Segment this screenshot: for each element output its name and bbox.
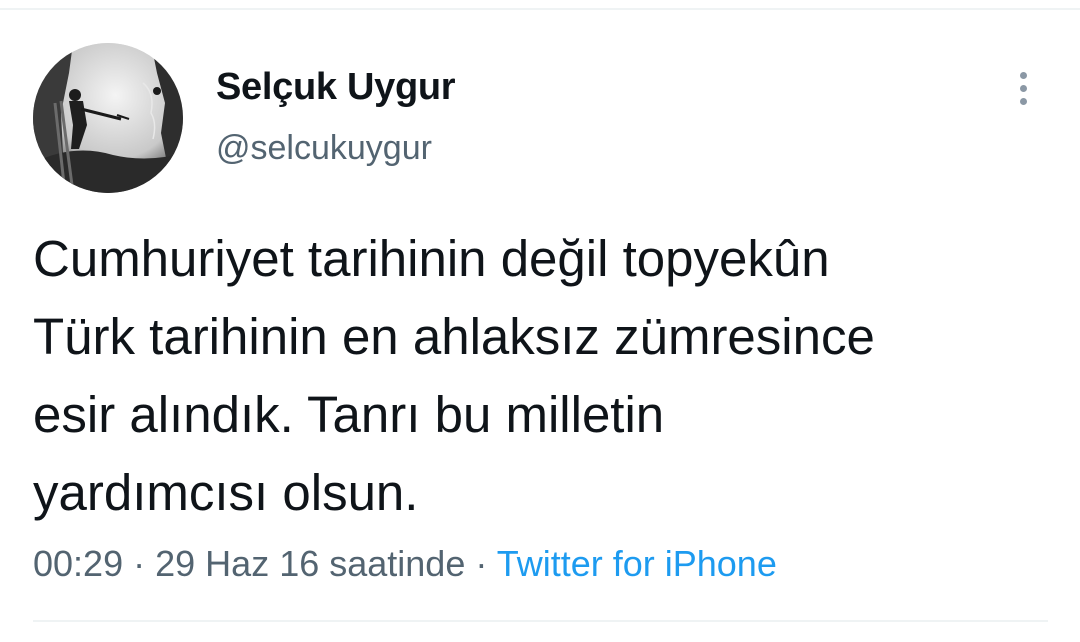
more-vertical-icon[interactable] [1008,66,1040,110]
tweet-text-line: Türk tarihinin en ahlaksız zümresince [33,308,875,365]
meta-separator: · [133,543,146,584]
tweet-date[interactable]: 29 Haz 16 saatinde [155,543,465,584]
more-dot [1020,72,1027,79]
avatar-photo [33,43,183,193]
tweet-source-link[interactable]: Twitter for iPhone [497,543,777,584]
tweet-text-line: esir alındık. Tanrı bu milletin [33,386,665,443]
author-display-name[interactable]: Selçuk Uygur [216,66,456,109]
author-handle[interactable]: @selcukuygur [216,129,432,168]
avatar[interactable] [33,43,183,193]
top-divider [0,8,1080,10]
more-dot [1020,98,1027,105]
bottom-divider [33,620,1048,622]
tweet-metadata: 00:29 · 29 Haz 16 saatinde · Twitter for… [33,543,777,585]
more-dot [1020,85,1027,92]
meta-separator: · [475,543,488,584]
tweet-text-line: Cumhuriyet tarihinin değil topyekûn [33,230,830,287]
tweet-text: Cumhuriyet tarihinin değil topyekûn Türk… [33,220,1043,532]
tweet-time[interactable]: 00:29 [33,543,123,584]
tweet-text-line: yardımcısı olsun. [33,464,419,521]
